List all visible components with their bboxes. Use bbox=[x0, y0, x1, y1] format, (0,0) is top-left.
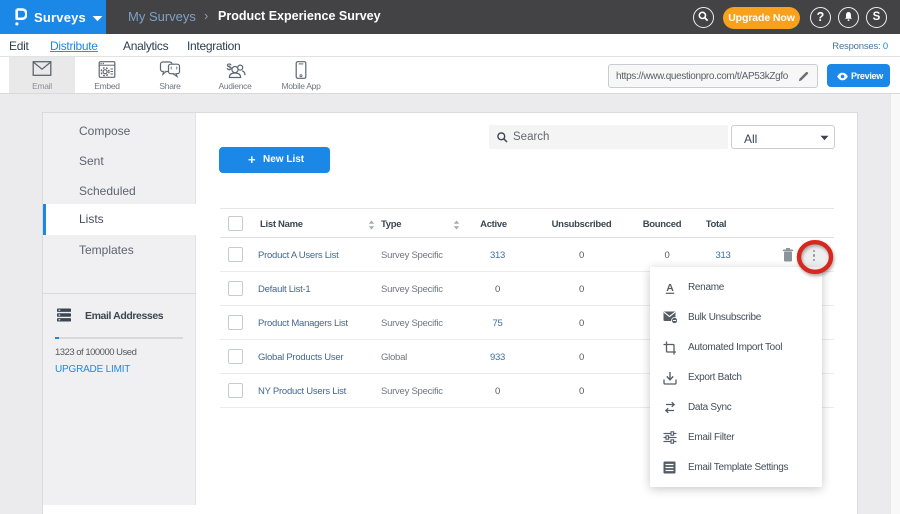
svg-text:A: A bbox=[666, 282, 674, 294]
svg-text:$: $ bbox=[227, 62, 233, 73]
